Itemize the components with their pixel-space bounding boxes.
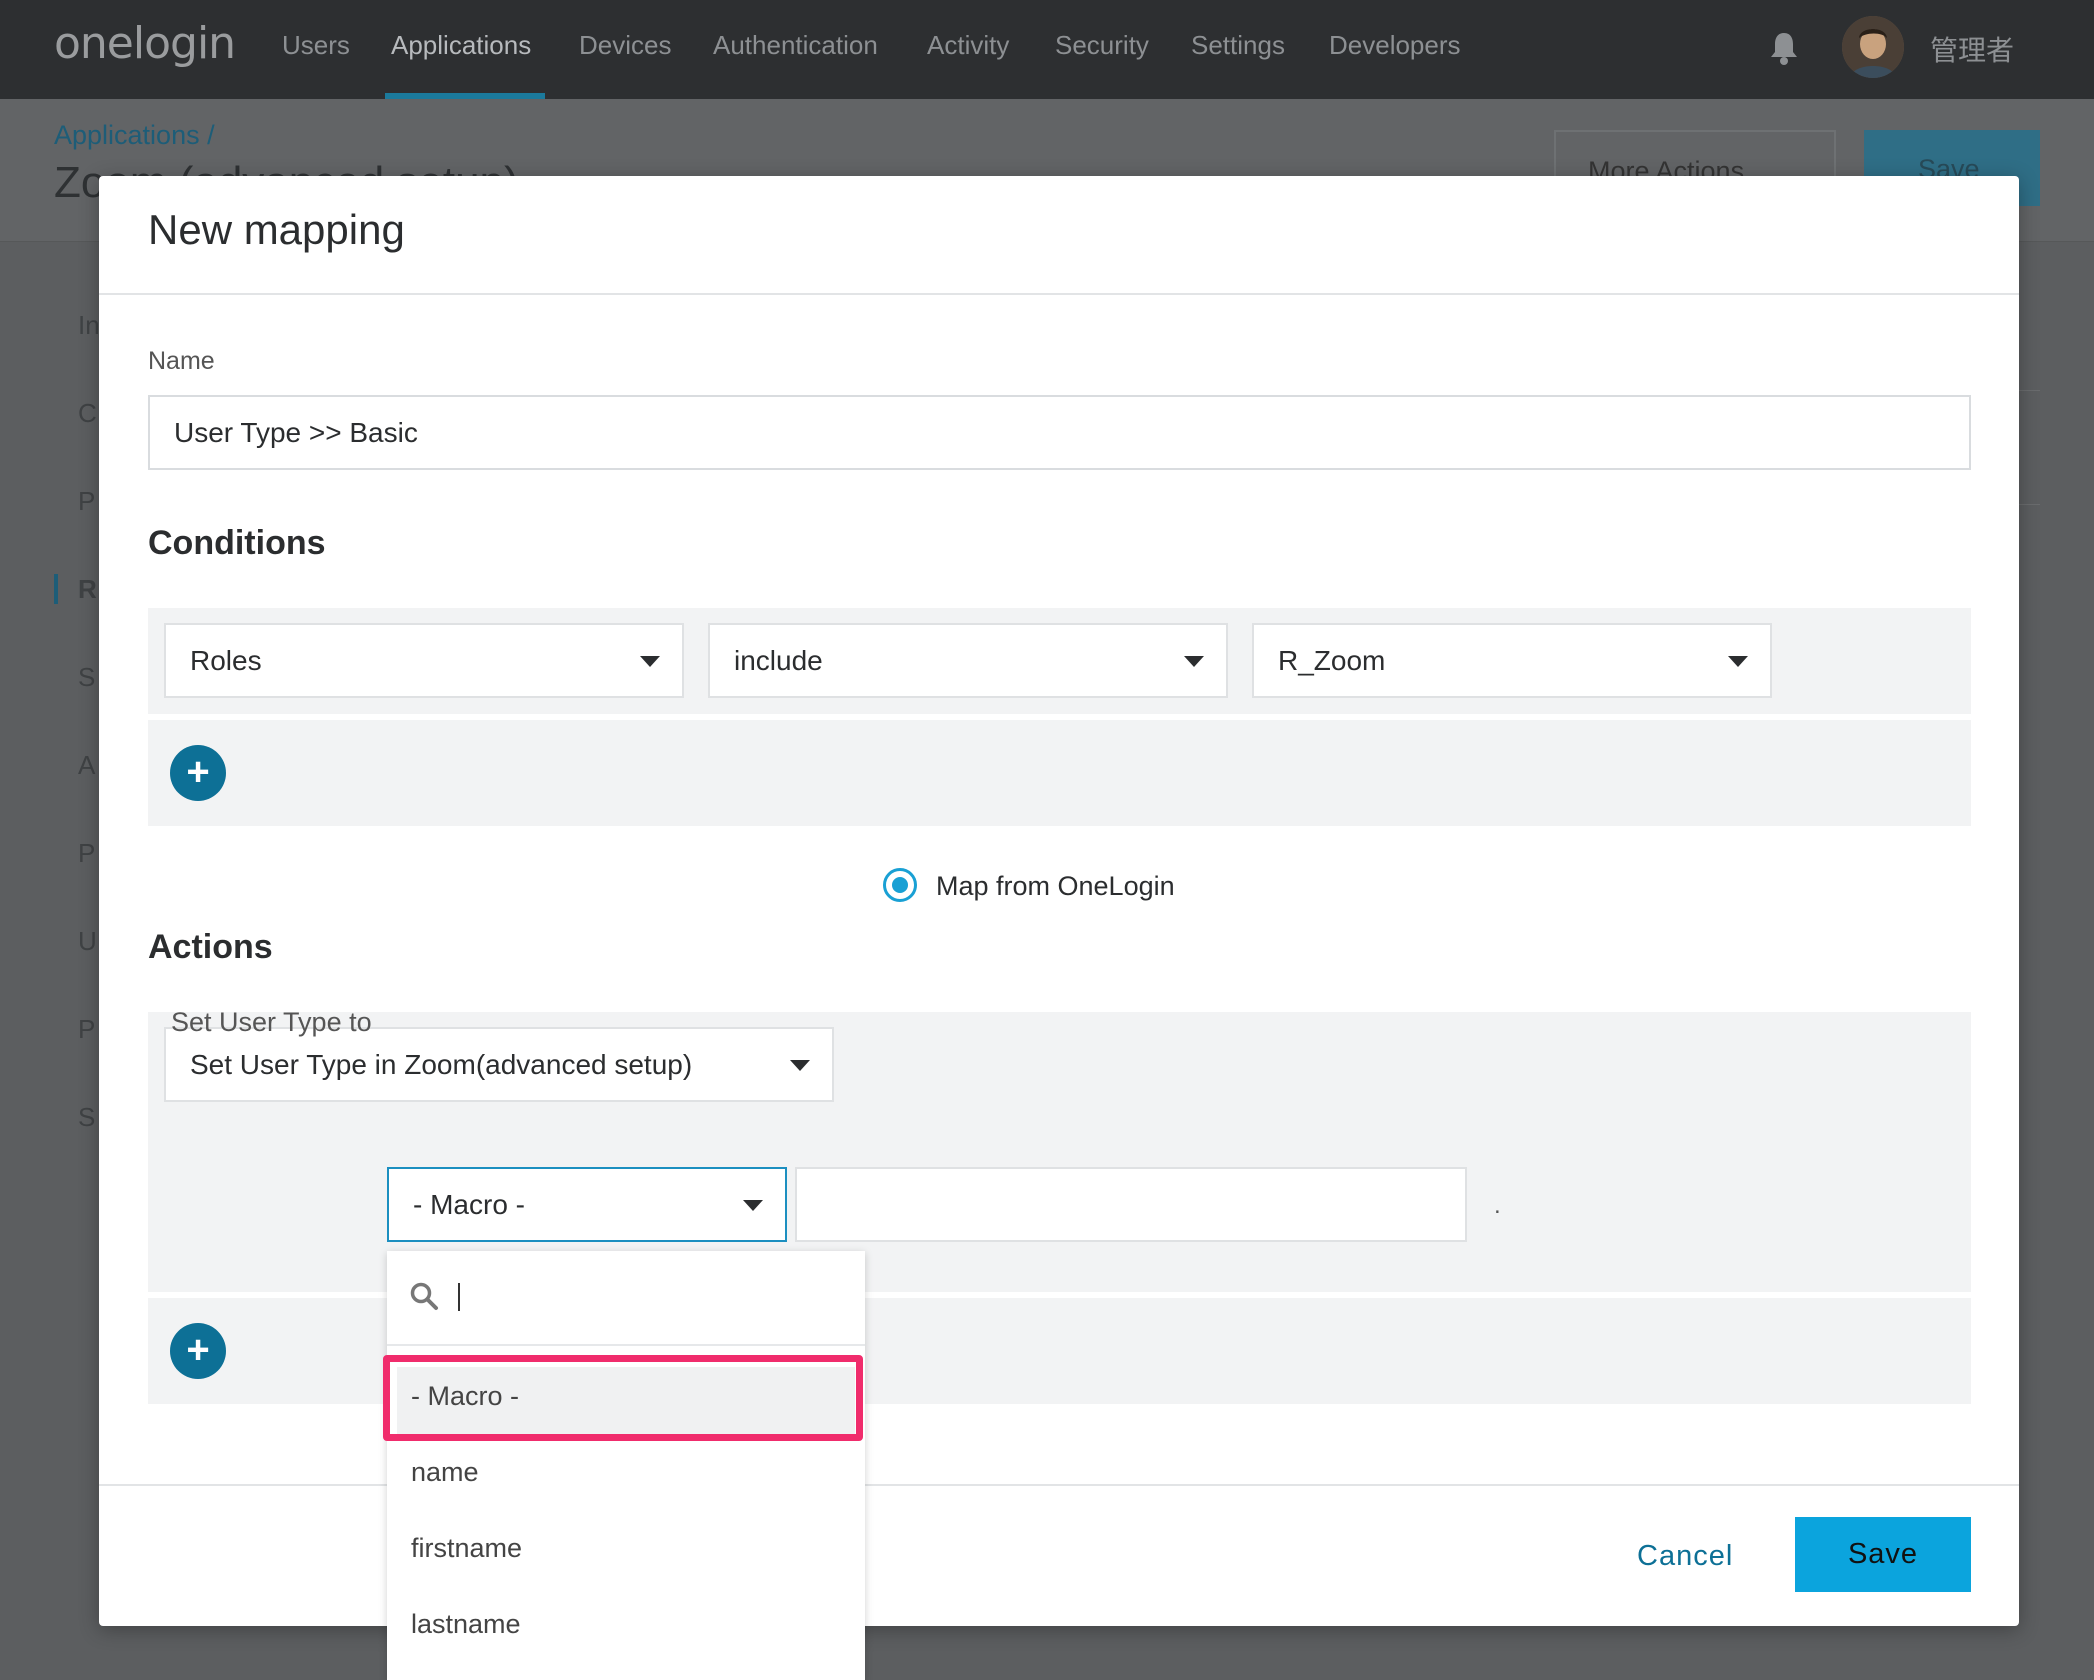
actions-panel: Set User Type in Zoom(advanced setup) — [148, 1012, 1971, 1292]
condition-operator-select[interactable]: include — [708, 623, 1228, 698]
conditions-panel: Roles include R_Zoom — [148, 608, 1971, 714]
cancel-button[interactable]: Cancel — [1637, 1540, 1733, 1573]
map-from-onelogin-radio[interactable] — [883, 868, 917, 902]
nav-item-security[interactable]: Security — [1055, 30, 1149, 61]
breadcrumb[interactable]: Applications / — [54, 120, 215, 151]
add-condition-row: + — [148, 720, 1971, 826]
nav-item-devices[interactable]: Devices — [579, 30, 671, 61]
sidebar-active-indicator — [54, 574, 58, 604]
macro-select[interactable]: - Macro - — [387, 1167, 787, 1242]
onelogin-logo[interactable]: onelogin — [54, 18, 236, 69]
avatar[interactable] — [1842, 16, 1904, 78]
trailing-dot: . — [1494, 1192, 1501, 1219]
add-action-button[interactable]: + — [170, 1323, 226, 1379]
nav-item-applications[interactable]: Applications — [391, 30, 531, 61]
sidebar-item[interactable]: In — [78, 310, 100, 341]
sidebar-item[interactable]: C — [78, 398, 97, 429]
caret-down-icon — [1184, 656, 1204, 667]
conditions-title: Conditions — [148, 524, 326, 562]
search-icon — [409, 1281, 439, 1311]
sidebar-item[interactable]: P — [78, 486, 95, 517]
search-input[interactable] — [458, 1283, 460, 1311]
condition-field-select[interactable]: Roles — [164, 623, 684, 698]
nav-item-developers[interactable]: Developers — [1329, 30, 1461, 61]
actions-title: Actions — [148, 928, 273, 966]
sidebar-item[interactable]: S — [78, 1102, 95, 1133]
add-condition-button[interactable]: + — [170, 745, 226, 801]
highlight-box — [383, 1355, 863, 1441]
condition-operator-value: include — [734, 645, 823, 676]
sidebar-item[interactable]: P — [78, 838, 95, 869]
map-from-onelogin-label[interactable]: Map from OneLogin — [936, 871, 1175, 902]
user-type-value-input[interactable] — [795, 1167, 1467, 1242]
caret-down-icon — [743, 1200, 763, 1211]
macro-select-value: - Macro - — [413, 1189, 525, 1220]
condition-value-select[interactable]: R_Zoom — [1252, 623, 1772, 698]
action-select[interactable]: Set User Type in Zoom(advanced setup) — [164, 1027, 834, 1102]
bell-icon[interactable] — [1768, 30, 1800, 66]
nav-item-authentication[interactable]: Authentication — [713, 30, 878, 61]
sidebar-item[interactable]: P — [78, 1014, 95, 1045]
action-select-value: Set User Type in Zoom(advanced setup) — [190, 1049, 693, 1080]
divider — [99, 293, 2019, 295]
sidebar-item[interactable]: R — [78, 574, 97, 605]
condition-field-value: Roles — [190, 645, 262, 676]
save-button[interactable]: Save — [1795, 1517, 1971, 1592]
nav-item-users[interactable]: Users — [282, 30, 350, 61]
sidebar-item[interactable]: S — [78, 662, 95, 693]
caret-down-icon — [640, 656, 660, 667]
sidebar-item[interactable]: A — [78, 750, 95, 781]
sidebar-item[interactable]: U — [78, 926, 97, 957]
dialog-title: New mapping — [148, 206, 405, 253]
divider — [387, 1344, 865, 1346]
nav-item-settings[interactable]: Settings — [1191, 30, 1285, 61]
dropdown-option-lastname[interactable]: lastname — [411, 1609, 521, 1640]
set-user-type-label: Set User Type to — [171, 1007, 372, 1037]
nav-item-activity[interactable]: Activity — [927, 30, 1009, 61]
caret-down-icon — [790, 1060, 810, 1071]
name-input[interactable]: User Type >> Basic — [148, 395, 1971, 470]
name-label: Name — [148, 347, 215, 375]
radio-dot — [892, 877, 908, 893]
macro-dropdown-menu: - Macro - name firstname lastname — [387, 1251, 865, 1680]
dropdown-option-name[interactable]: name — [411, 1457, 479, 1488]
user-name[interactable]: 管理者 — [1930, 29, 2014, 69]
dropdown-option-firstname[interactable]: firstname — [411, 1533, 522, 1564]
condition-value-value: R_Zoom — [1278, 645, 1386, 676]
caret-down-icon — [1728, 656, 1748, 667]
top-nav: onelogin Users Applications Devices Auth… — [0, 0, 2094, 99]
